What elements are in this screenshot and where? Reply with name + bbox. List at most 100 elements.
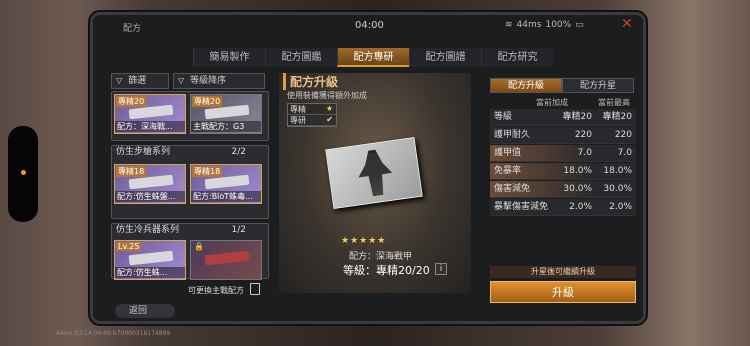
recipe-card-locked[interactable]: 🔒: [190, 240, 262, 280]
status-right: ≋ 44ms 100% ▭: [505, 20, 584, 30]
card-label: 配方:仿生蛛盤...: [115, 191, 185, 202]
stat-current: 2.0%: [569, 202, 592, 212]
weapon-image: [128, 250, 174, 266]
level-badge: Lv.25: [116, 242, 142, 251]
checklist-item[interactable]: 專精 ★: [288, 104, 336, 115]
status-bar: 配方 04:00 ≋ 44ms 100% ▭ ✕: [93, 15, 643, 37]
tab-simple-craft[interactable]: 簡易製作: [193, 48, 265, 67]
info-button[interactable]: i: [435, 263, 447, 275]
upgrade-preview-panel: 配方升級 使用裝備獲得額外加成 專精 ★ 專研 ✔ ★★★★★ 配方：深海戰甲 等級…: [279, 73, 471, 293]
camera-dot: [21, 170, 26, 175]
chevron-down-icon: ▽: [178, 76, 185, 85]
recipe-group-melee: 仿生冷兵器系列 1/2 Lv.25 ★★★★★ 配方:仿生蛛... 🔒: [111, 223, 269, 280]
stats-panel: 配方升級 配方升星 當前加成 當前最高 等級 專精20 專精20 護甲耐久 220 22…: [486, 73, 636, 303]
card-label: 主戰配方：G3: [191, 121, 261, 132]
panel-subtitle: 使用裝備獲得額外加成: [287, 91, 367, 100]
clock: 04:00: [355, 20, 384, 31]
stat-max: 220: [614, 130, 632, 140]
stat-name: 免暴率: [494, 166, 522, 176]
panel-title: 配方升級: [283, 73, 338, 90]
recipe-card[interactable]: 專精20 主戰配方：G3: [190, 94, 262, 134]
sort-label: 等級降序: [190, 76, 227, 86]
col-max: 當前最高: [598, 98, 630, 107]
check-icon: ✔: [326, 115, 333, 124]
filter-button[interactable]: ▽ 篩選: [111, 73, 169, 89]
tab-recipe-codex[interactable]: 配方圖鑑: [265, 48, 337, 67]
stat-name: 暴擊傷害減免: [494, 202, 549, 212]
recipe-card[interactable]: Lv.25 ★★★★★ 配方:仿生蛛...: [114, 240, 186, 280]
group-header: 仿生步槍系列 2/2: [112, 146, 268, 158]
mastery-badge: 專精20: [116, 96, 147, 107]
stat-current: 7.0: [577, 148, 592, 158]
recipe-name: 配方：深海戰甲: [349, 252, 413, 262]
stats-tabs: 配方升級 配方升星: [490, 78, 634, 93]
mastery-badge: 專精20: [192, 96, 223, 107]
mastery-badge: 專精18: [116, 166, 147, 177]
tab-recipe-atlas[interactable]: 配方圖譜: [409, 48, 481, 67]
checklist-label: 專研: [290, 116, 306, 125]
star-up-hint: 升星後可繼續升級: [490, 266, 636, 278]
checklist-label: 專精: [290, 105, 306, 114]
weapon-image: [204, 250, 250, 266]
tab-recipe-research[interactable]: 配方研究: [481, 48, 553, 67]
recipe-group-rifle: 仿生步槍系列 2/2 專精18 ★★★★★ 配方:仿生蛛盤... 專精18 ★★★…: [111, 145, 269, 219]
ping-text: 44ms: [516, 20, 542, 30]
battery-icon: ▭: [575, 20, 584, 30]
stat-max: 7.0: [617, 148, 632, 158]
stat-row: 免暴率 18.0% 18.0%: [490, 163, 636, 180]
back-button[interactable]: 返回: [115, 304, 175, 318]
upgrade-button[interactable]: 升級: [490, 281, 636, 303]
stat-row: 等級 專精20 專精20: [490, 109, 636, 126]
stat-name: 護甲值: [494, 148, 522, 158]
switch-main-recipe-text: 可更換主戰配方: [188, 286, 244, 295]
checklist-item[interactable]: 專研 ✔: [288, 115, 336, 126]
stat-max: 2.0%: [609, 202, 632, 212]
card-label: 配方：深海戰...: [115, 121, 185, 132]
mastery-badge: 專精18: [192, 166, 223, 177]
stat-row: 暴擊傷害減免 2.0% 2.0%: [490, 199, 636, 216]
recipe-list-panel: ▽ 篩選 ▽ 等級降序 專精20 配方：深海戰... 專精20 主戰配方：G3 仿生…: [111, 73, 273, 293]
tab-recipe-upgrade[interactable]: 配方升級: [490, 78, 562, 93]
stat-current: 220: [574, 130, 592, 140]
stat-current: 30.0%: [563, 184, 592, 194]
camera-notch: [8, 126, 38, 222]
card-label: 配方:BioT蛛毒...: [191, 191, 261, 202]
clipboard-icon[interactable]: [250, 283, 260, 295]
back-label: 返回: [129, 306, 148, 316]
group-title: 仿生冷兵器系列: [116, 225, 180, 235]
tab-recipe-mastery[interactable]: 配方專研: [337, 48, 409, 67]
stat-max: 專精20: [602, 112, 632, 122]
mech-armor-image: [355, 148, 395, 198]
stat-row: 護甲值 7.0 7.0: [490, 145, 636, 162]
rating-stars: ★★★★★: [341, 236, 387, 246]
stat-max: 30.0%: [603, 184, 632, 194]
lock-icon: 🔒: [194, 242, 204, 251]
battery-text: 100%: [545, 20, 572, 30]
stat-name: 護甲耐久: [494, 130, 531, 140]
col-current: 當前加成: [536, 98, 568, 107]
stat-row: 護甲耐久 220 220: [490, 127, 636, 144]
blueprint-image: [325, 137, 423, 209]
tab-recipe-star-up[interactable]: 配方升星: [562, 78, 634, 93]
chevron-down-icon: ▽: [116, 76, 123, 85]
debug-footer: 44ms 03:14 04:00 b70000318174889: [56, 330, 171, 337]
card-label: 配方:仿生蛛...: [115, 267, 185, 278]
stat-row: 傷害減免 30.0% 30.0%: [490, 181, 636, 198]
close-icon[interactable]: ✕: [621, 17, 635, 31]
stat-name: 等級: [494, 112, 513, 122]
group-count: 2/2: [231, 147, 246, 157]
stat-name: 傷害減免: [494, 184, 531, 194]
stat-current: 專精20: [562, 112, 592, 122]
recipe-level: 等級：專精20/20: [343, 264, 430, 277]
recipe-group-main: 專精20 配方：深海戰... 專精20 主戰配方：G3: [111, 91, 269, 141]
star-icon: ★: [325, 104, 333, 113]
recipe-card[interactable]: 專精20 配方：深海戰...: [114, 94, 186, 134]
main-tabs: 簡易製作 配方圖鑑 配方專研 配方圖譜 配方研究: [193, 48, 553, 67]
sort-button[interactable]: ▽ 等級降序: [173, 73, 265, 89]
stat-max: 18.0%: [603, 166, 632, 176]
filter-label: 篩選: [128, 76, 147, 86]
recipe-card[interactable]: 專精18 ★★★★★ 配方:仿生蛛盤...: [114, 164, 186, 204]
recipe-card[interactable]: 專精18 ★★★★★ 配方:BioT蛛毒...: [190, 164, 262, 204]
window-title: 配方: [123, 24, 142, 34]
group-title: 仿生步槍系列: [116, 147, 171, 157]
